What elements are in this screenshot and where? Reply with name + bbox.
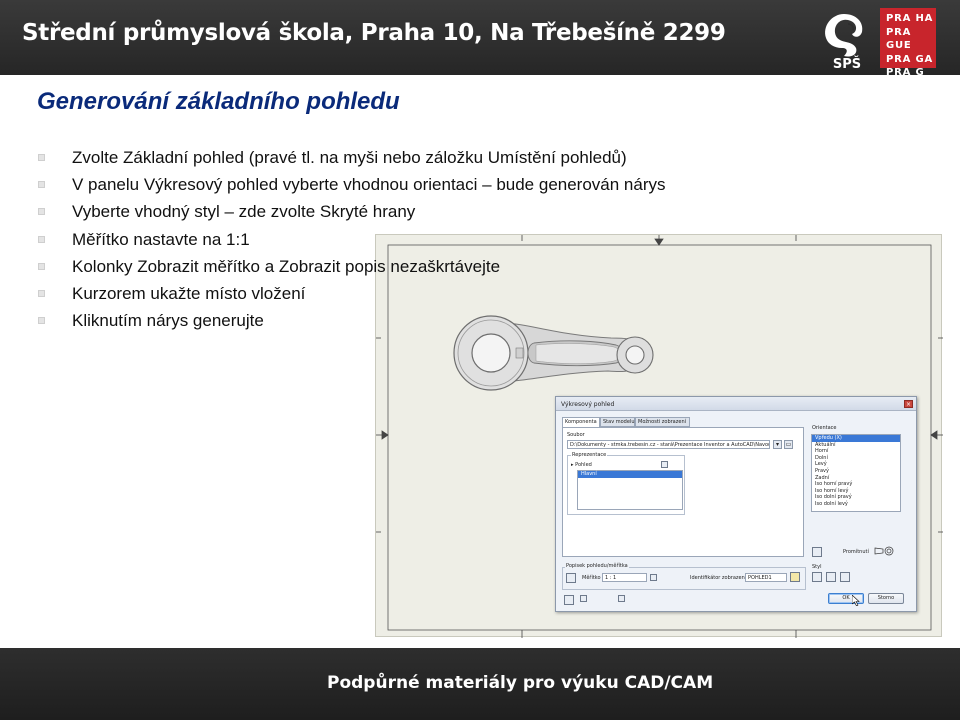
close-icon[interactable]: × bbox=[904, 400, 913, 408]
tab-model-state[interactable]: Stav modelu bbox=[600, 417, 635, 427]
style-hidden-lines-icon[interactable] bbox=[812, 572, 822, 582]
sps-logo: SPŠ bbox=[825, 14, 863, 70]
bullet-marker bbox=[38, 289, 45, 297]
style-shaded-icon[interactable] bbox=[840, 572, 850, 582]
projection-icon[interactable] bbox=[874, 546, 896, 556]
bullet-marker bbox=[38, 262, 45, 270]
header-bar: Střední průmyslová škola, Praha 10, Na T… bbox=[0, 0, 960, 78]
list-item: V panelu Výkresový pohled vyberte vhodno… bbox=[38, 173, 666, 200]
list-item[interactable]: Levý bbox=[812, 461, 900, 468]
dropdown-arrow-icon[interactable]: ▾ bbox=[773, 440, 782, 449]
list-item[interactable]: Pravý bbox=[812, 468, 900, 475]
list-item: Kolonky Zobrazit měřítko a Zobrazit popi… bbox=[38, 255, 598, 282]
caption-edit-icon[interactable] bbox=[566, 573, 576, 583]
list-item[interactable]: Iso dolní pravý bbox=[812, 494, 900, 501]
scale-field[interactable]: 1 : 1 bbox=[602, 573, 647, 582]
list-item[interactable]: Iso dolní levý bbox=[812, 501, 900, 508]
change-view-icon[interactable] bbox=[812, 547, 822, 557]
checkbox[interactable] bbox=[661, 461, 668, 468]
list-item: Zvolte Základní pohled (pravé tl. na myš… bbox=[38, 146, 627, 173]
file-label: Soubor bbox=[567, 432, 585, 438]
footer-bar: Podpůrné materiály pro výuku CAD/CAM bbox=[0, 648, 960, 720]
representation-label: Reprezentace bbox=[571, 452, 608, 458]
list-item[interactable]: Vpředu (X) bbox=[812, 435, 900, 442]
mouse-cursor-icon bbox=[852, 595, 860, 606]
tab-display-options[interactable]: Možnosti zobrazení bbox=[635, 417, 690, 427]
scale-label: Měřítko bbox=[582, 575, 601, 581]
list-item: Kliknutím nárys generujte bbox=[38, 309, 598, 336]
bullet-marker bbox=[38, 317, 45, 325]
drawing-view-dialog: Výkresový pohled × Komponenta Stav model… bbox=[555, 396, 917, 612]
caption-group-label: Popisek pohledu/měřítka bbox=[565, 563, 629, 569]
bullet-marker bbox=[38, 235, 45, 243]
list-item: Měřítko nastavte na 1:1 bbox=[38, 228, 598, 255]
list-item[interactable]: Iso horní pravý bbox=[812, 481, 900, 488]
orientation-list[interactable]: Vpředu (X) Aktuální Horní Dolní Levý Pra… bbox=[811, 434, 901, 512]
bullet-marker bbox=[38, 154, 45, 161]
option-checkbox[interactable] bbox=[618, 595, 625, 602]
style-label: Styl bbox=[812, 564, 822, 570]
folder-icon[interactable]: ▭ bbox=[784, 440, 793, 449]
view-rep-label: ▸ Pohled bbox=[571, 462, 592, 468]
praha-logo: PRA HA PRA GUE PRA GA PRA G bbox=[880, 8, 936, 78]
projection-label: Promítnutí bbox=[843, 549, 869, 555]
list-item: Kurzorem ukažte místo vložení bbox=[38, 282, 598, 309]
component-panel: Soubor D:\Dokumenty - stmka.trebesin.cz … bbox=[562, 427, 804, 557]
dialog-title: Výkresový pohled bbox=[561, 401, 615, 408]
bullet-marker bbox=[38, 208, 45, 216]
file-path-field[interactable]: D:\Dokumenty - stmka.trebesin.cz - stará… bbox=[567, 440, 770, 449]
instruction-list: Zvolte Základní pohled (pravé tl. na myš… bbox=[38, 146, 666, 336]
help-icon[interactable] bbox=[564, 595, 574, 605]
list-item[interactable]: Hlavní bbox=[578, 471, 682, 478]
representation-list[interactable]: Hlavní bbox=[577, 470, 683, 510]
orientation-label: Orientace bbox=[812, 425, 837, 431]
list-item[interactable]: Horní bbox=[812, 448, 900, 455]
dialog-titlebar[interactable]: Výkresový pohled × bbox=[556, 397, 916, 411]
footer-text: Podpůrné materiály pro výuku CAD/CAM bbox=[327, 673, 714, 693]
list-item: Vyberte vhodný styl – zde zvolte Skryté … bbox=[38, 200, 598, 227]
option-checkbox[interactable] bbox=[580, 595, 587, 602]
cancel-button[interactable]: Storno bbox=[868, 593, 904, 604]
pencil-icon[interactable] bbox=[790, 572, 800, 582]
show-scale-checkbox[interactable] bbox=[650, 574, 657, 581]
identifier-label: Identifikátor zobrazení bbox=[690, 575, 747, 581]
school-title: Střední průmyslová škola, Praha 10, Na T… bbox=[22, 20, 726, 46]
svg-text:SPŠ: SPŠ bbox=[833, 56, 861, 70]
style-hidden-removed-icon[interactable] bbox=[826, 572, 836, 582]
slide-title: Generování základního pohledu bbox=[37, 88, 400, 115]
identifier-field[interactable]: POHLED1 bbox=[745, 573, 787, 582]
bullet-marker bbox=[38, 181, 45, 189]
